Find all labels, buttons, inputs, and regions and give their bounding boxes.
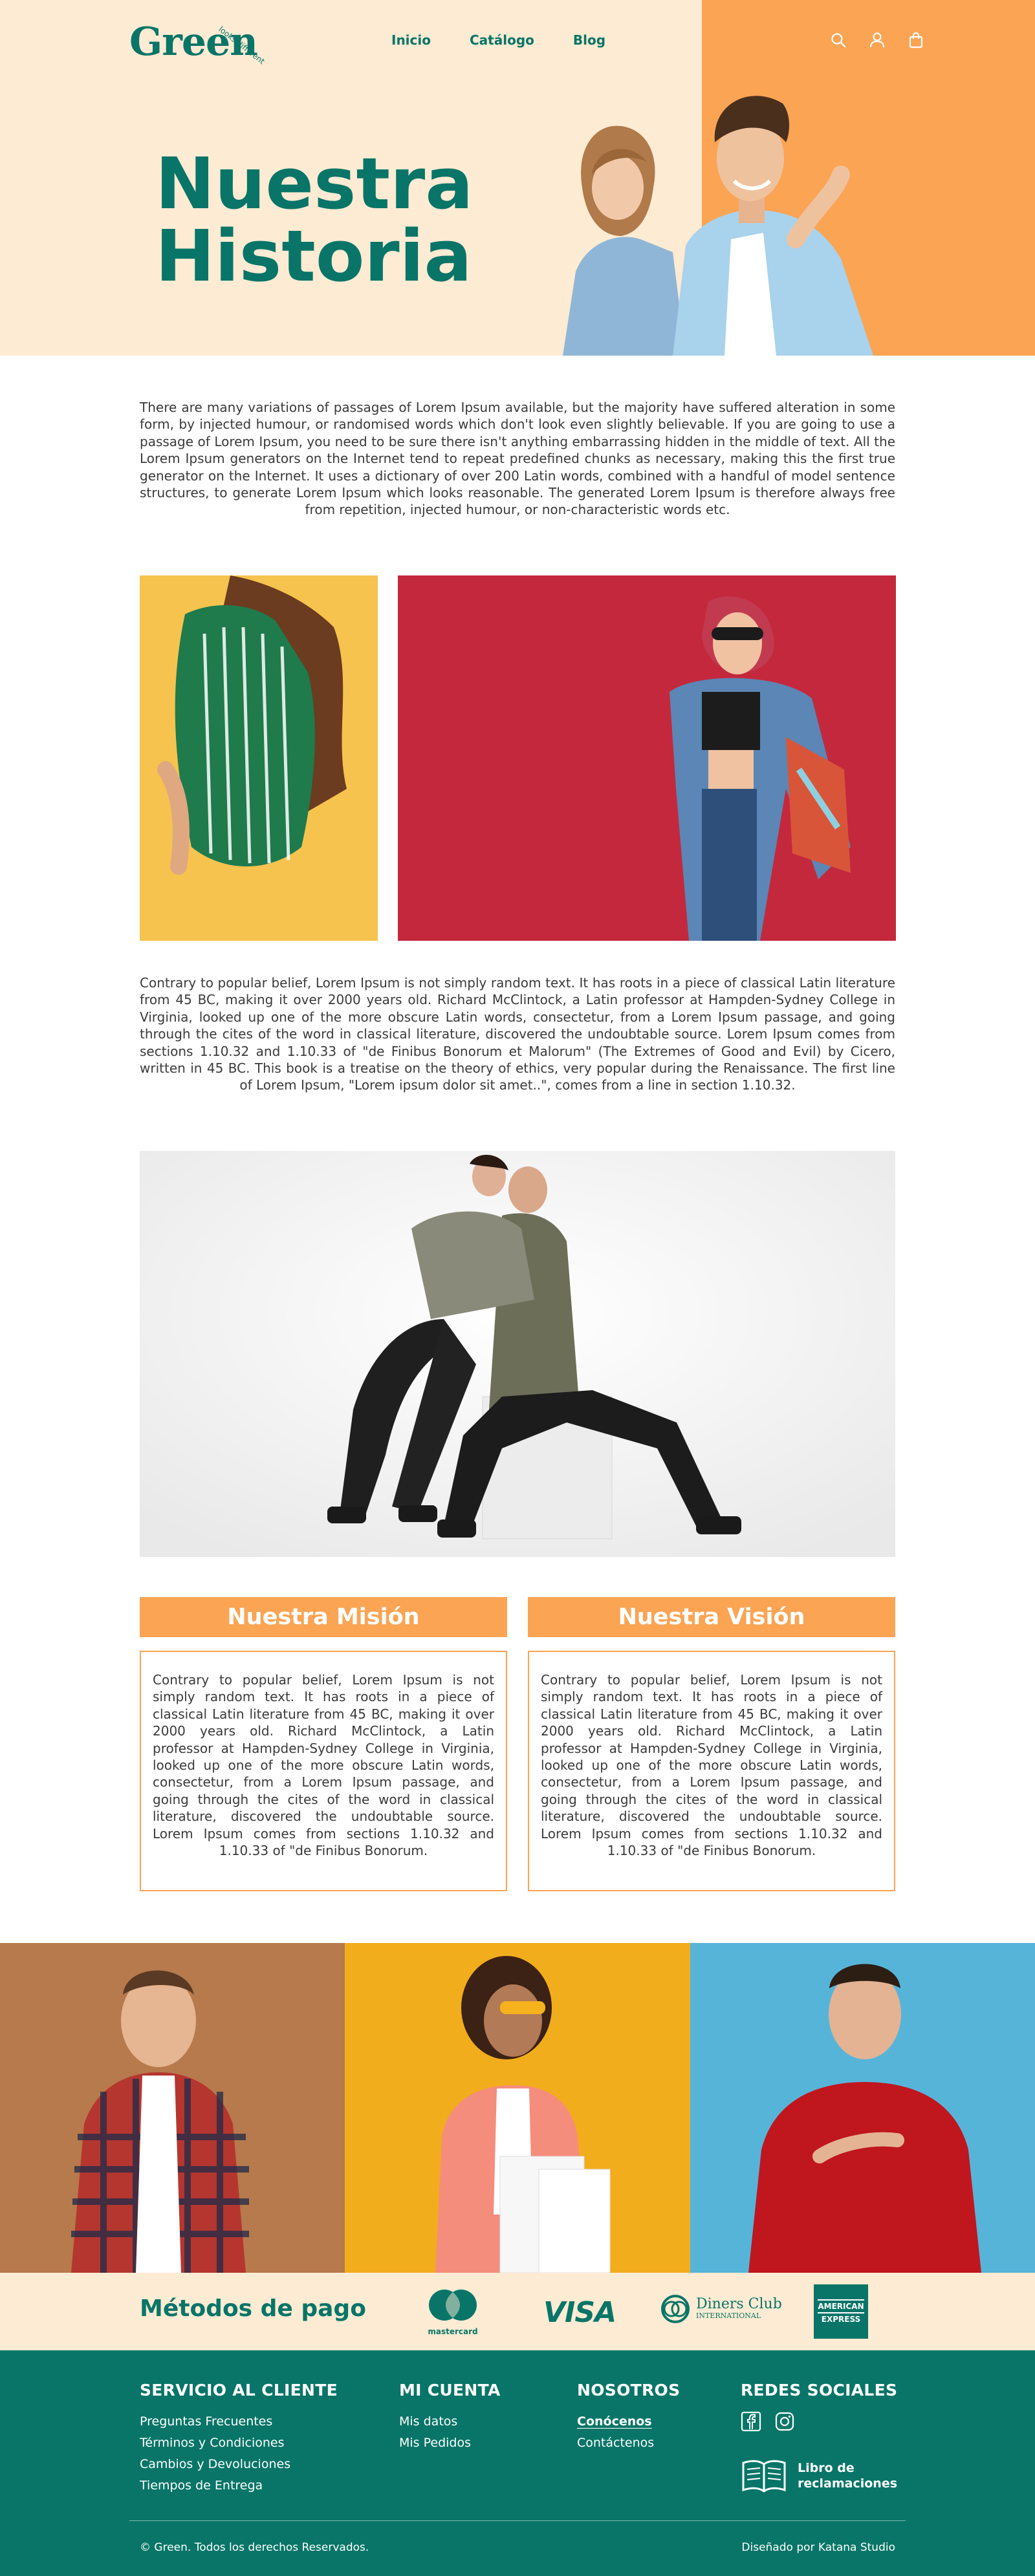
footer-link-returns[interactable]: Cambios y Devoluciones (140, 2454, 338, 2475)
diners-club-logo: Diners Club INTERNATIONAL (659, 2295, 782, 2323)
visa-logo: VISA (543, 2296, 616, 2329)
instagram-icon[interactable] (774, 2411, 795, 2432)
payment-methods-bar: Métodos de pago mastercard VISA Diners C… (0, 2273, 1035, 2350)
footer-heading-customer-service: SERVICIO AL CLIENTE (140, 2381, 338, 2399)
footer-col-customer-service: SERVICIO AL CLIENTE Preguntas Frecuentes… (140, 2381, 338, 2496)
header-icons (829, 31, 925, 49)
page-title-line1: Nuestra (155, 142, 474, 225)
denim-jacket-photo (398, 575, 896, 941)
complaints-book-label: Libro de reclamaciones (798, 2460, 897, 2491)
facebook-icon[interactable] (741, 2411, 761, 2432)
models-strip (0, 1943, 1035, 2273)
history-paragraph: Contrary to popular belief, Lorem Ipsum … (140, 975, 895, 1093)
footer-col-about: NOSOTROS Conócenos Contáctenos (577, 2381, 680, 2454)
model-plaid-shirt-photo (0, 1943, 345, 2273)
bag-icon[interactable] (907, 31, 925, 49)
green-dress-photo (140, 575, 378, 941)
footer-heading-about: NOSOTROS (577, 2381, 681, 2399)
mastercard-logo: mastercard (424, 2287, 482, 2336)
footer-col-account: MI CUENTA Mis datos Mis Pedidos (399, 2381, 501, 2454)
complaints-book-link[interactable]: Libro de reclamaciones (741, 2458, 897, 2494)
footer-link-contact[interactable]: Contáctenos (577, 2432, 680, 2454)
page-title: Nuestra Historia (155, 147, 474, 292)
footer-heading-social: REDES SOCIALES (741, 2381, 898, 2399)
open-book-icon (742, 2460, 786, 2493)
complaints-book-line1: Libro de (798, 2461, 855, 2475)
model-shopping-bags-photo (345, 1943, 690, 2273)
logo[interactable]: Green looks different (129, 19, 272, 71)
footer-link-my-orders[interactable]: Mis Pedidos (399, 2432, 501, 2454)
mastercard-label: mastercard (428, 2327, 478, 2336)
designer-credit[interactable]: Diseñado por Katana Studio (741, 2541, 895, 2554)
vision-box: Contrary to popular belief, Lorem Ipsum … (528, 1651, 895, 1891)
social-icons (741, 2411, 897, 2432)
footer-link-my-data[interactable]: Mis datos (399, 2411, 501, 2432)
nav-link-catalogo[interactable]: Catálogo (470, 32, 534, 48)
payment-methods-title: Métodos de pago (140, 2295, 366, 2322)
footer-col-social: REDES SOCIALES Libro de reclamaciones (741, 2381, 897, 2494)
copyright-text: © Green. Todos los derechos Reservados. (140, 2541, 369, 2554)
footer-link-faq[interactable]: Preguntas Frecuentes (140, 2411, 338, 2432)
user-icon[interactable] (868, 31, 886, 49)
footer-divider (129, 2520, 906, 2521)
mission-text: Contrary to popular belief, Lorem Ipsum … (153, 1672, 494, 1859)
mission-title: Nuestra Misión (140, 1597, 507, 1637)
mission-box: Contrary to popular belief, Lorem Ipsum … (140, 1651, 507, 1891)
vision-title: Nuestra Visión (528, 1597, 895, 1637)
footer-heading-account: MI CUENTA (399, 2381, 501, 2399)
couple-studio-photo (140, 1151, 895, 1557)
diners-club-name: Diners Club (696, 2296, 782, 2312)
american-express-logo: AMERICAN EXPRESS (814, 2284, 868, 2339)
vision-text: Contrary to popular belief, Lorem Ipsum … (541, 1672, 882, 1859)
nav-link-blog[interactable]: Blog (573, 32, 605, 48)
model-red-sweater-photo (690, 1943, 1035, 2273)
search-icon[interactable] (829, 31, 847, 49)
nav-link-inicio[interactable]: Inicio (391, 32, 431, 48)
amex-line2: EXPRESS (821, 2315, 861, 2324)
hero-couple-photo (563, 96, 873, 356)
footer-link-about-us[interactable]: Conócenos (577, 2411, 680, 2432)
footer-link-delivery-times[interactable]: Tiempos de Entrega (140, 2475, 338, 2496)
footer-link-terms[interactable]: Términos y Condiciones (140, 2432, 338, 2454)
diners-club-sub: INTERNATIONAL (696, 2312, 761, 2320)
amex-line1: AMERICAN (818, 2299, 864, 2313)
footer: SERVICIO AL CLIENTE Preguntas Frecuentes… (0, 2350, 1035, 2576)
hero-section: Green looks different Inicio Catálogo Bl… (0, 0, 1035, 356)
complaints-book-line2: reclamaciones (798, 2476, 898, 2491)
main-nav: Inicio Catálogo Blog (391, 32, 605, 48)
intro-paragraph: There are many variations of passages of… (140, 400, 895, 518)
page-title-line2: Historia (155, 215, 472, 297)
